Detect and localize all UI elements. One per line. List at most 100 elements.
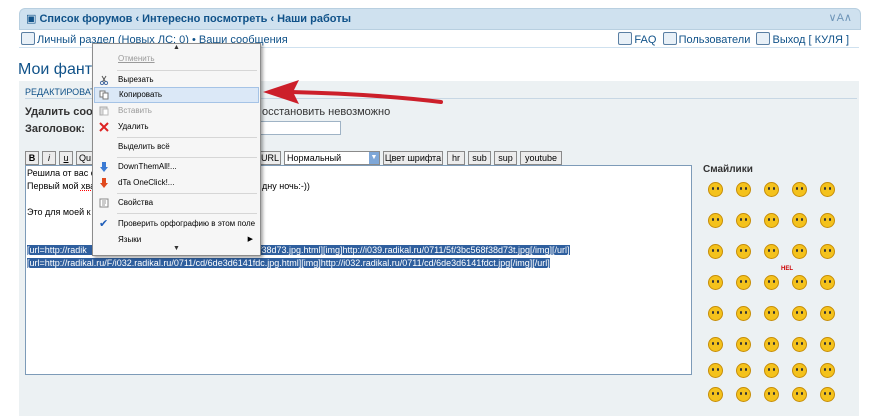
sub-button[interactable]: sub (468, 151, 491, 165)
menu-item-cut[interactable]: Вырезать (94, 72, 259, 88)
smiley-icon[interactable] (764, 213, 779, 228)
menu-item-copy[interactable]: Копировать (94, 87, 259, 103)
smiley-icon[interactable] (820, 275, 835, 290)
smiley-icon[interactable] (764, 306, 779, 321)
smiley-icon[interactable] (820, 387, 835, 402)
users-icon (662, 32, 677, 45)
menu-separator (117, 137, 257, 138)
smiley-icon[interactable] (764, 337, 779, 352)
font-size-value: Нормальный (287, 153, 342, 163)
subject-label: Заголовок: (25, 123, 85, 135)
menu-item-paste[interactable]: Вставить (94, 103, 259, 119)
smiley-icon[interactable] (708, 244, 723, 259)
menu-item-spellcheck[interactable]: ✔ Проверить орфографию в этом поле (94, 216, 259, 232)
faq-icon (618, 32, 633, 45)
bold-button[interactable]: B (25, 151, 39, 165)
download-arrow-red-icon (100, 178, 108, 188)
smiley-icon[interactable] (708, 337, 723, 352)
smiley-hel-label: HEL (781, 266, 793, 272)
logout-link[interactable]: Выход [ КУЛЯ ] (772, 34, 849, 46)
breadcrumb: ▣ Список форумов ‹ Интересно посмотреть ‹ На… (26, 13, 351, 25)
smiley-icon[interactable] (736, 363, 751, 378)
home-icon: ▣ (26, 13, 37, 25)
smiley-icon[interactable] (708, 275, 723, 290)
menu-separator (117, 157, 257, 158)
smiley-icon[interactable] (736, 244, 751, 259)
smiley-icon[interactable] (792, 387, 807, 402)
crumb-forums[interactable]: Список форумов (39, 13, 132, 25)
youtube-button[interactable]: youtube (520, 151, 562, 165)
smiley-icon[interactable] (792, 306, 807, 321)
hr-button[interactable]: hr (447, 151, 465, 165)
smiley-icon[interactable] (820, 244, 835, 259)
smiley-icon[interactable] (820, 213, 835, 228)
navbar: ▣ Список форумов ‹ Интересно посмотреть ‹ На… (19, 8, 861, 30)
smiley-icon[interactable] (708, 306, 723, 321)
font-color-button[interactable]: Цвет шрифта (383, 151, 443, 165)
smiley-icon[interactable] (792, 337, 807, 352)
italic-button[interactable]: i (42, 151, 56, 165)
smiley-icon[interactable] (708, 182, 723, 197)
smiley-icon[interactable] (764, 387, 779, 402)
smiley-icon[interactable] (820, 182, 835, 197)
underline-button[interactable]: u (59, 151, 73, 165)
smiley-icon[interactable] (792, 244, 807, 259)
smiley-icon[interactable] (820, 306, 835, 321)
smiley-icon[interactable] (764, 182, 779, 197)
scissors-icon (99, 75, 109, 85)
smiley-icon[interactable] (708, 213, 723, 228)
font-size-select[interactable]: Нормальный ▼ (284, 151, 380, 165)
smiley-icon[interactable] (708, 387, 723, 402)
smiley-icon[interactable] (736, 387, 751, 402)
menu-separator (117, 193, 257, 194)
smiley-icon[interactable] (820, 363, 835, 378)
menu-item-undo[interactable]: Отменить (94, 51, 259, 67)
menu-item-delete[interactable]: Удалить (94, 119, 259, 135)
menu-scroll-up-icon[interactable]: ▲ (173, 44, 180, 51)
personal-icon (21, 32, 35, 45)
selected-text-2: [url=http://radikal.ru/F/i032.radikal.ru… (27, 258, 550, 268)
properties-icon (99, 198, 109, 208)
smiley-icon[interactable] (820, 337, 835, 352)
smiley-icon[interactable] (792, 363, 807, 378)
menu-item-properties[interactable]: Свойства (94, 195, 259, 211)
faq-link[interactable]: FAQ (634, 34, 656, 46)
red-arrow-icon (263, 80, 443, 104)
text-line-1: Решила от вас о (27, 168, 96, 178)
menu-item-dta-oneclick[interactable]: dTa OneClick!... (94, 175, 259, 191)
text-line-3: Это для моей к (27, 207, 91, 217)
smileys-title: Смайлики (703, 164, 753, 175)
smiley-icon[interactable] (764, 275, 779, 290)
smiley-icon[interactable] (792, 213, 807, 228)
smiley-icon[interactable] (736, 213, 751, 228)
crumb-interesting[interactable]: Интересно посмотреть (142, 13, 267, 25)
smiley-icon[interactable] (764, 244, 779, 259)
crumb-our-works[interactable]: Наши работы (277, 13, 351, 25)
users-link[interactable]: Пользователи (679, 34, 751, 46)
menu-scroll-down-icon[interactable]: ▼ (173, 245, 180, 252)
smiley-icon[interactable] (736, 275, 751, 290)
smiley-icon[interactable] (792, 275, 807, 290)
chevron-down-icon: ▼ (369, 152, 379, 164)
context-menu: ▲ Отменить Вырезать Копировать Вставить … (92, 43, 261, 256)
collapse-toggle[interactable]: ∨A∧ (829, 11, 852, 24)
menu-item-downthemall[interactable]: DownThemAll!... (94, 159, 259, 175)
url-button[interactable]: URL (259, 151, 281, 165)
logout-icon (756, 32, 771, 45)
smiley-icon[interactable] (764, 363, 779, 378)
subject-input[interactable] (255, 121, 341, 135)
smiley-icon[interactable] (736, 337, 751, 352)
delete-x-icon (99, 122, 109, 132)
download-arrow-icon (100, 162, 108, 172)
smiley-icon[interactable] (792, 182, 807, 197)
menu-item-select-all[interactable]: Выделить всё (94, 139, 259, 155)
smiley-icon[interactable] (736, 306, 751, 321)
smiley-icon[interactable] (736, 182, 751, 197)
sup-button[interactable]: sup (494, 151, 517, 165)
menu-separator (117, 213, 257, 214)
selected-text-1-end: f38d73.jpg.html][img]http://i039.radikal… (259, 245, 570, 255)
copy-icon (99, 90, 109, 100)
menu-separator (117, 70, 257, 71)
paste-icon (99, 106, 109, 116)
smiley-icon[interactable] (708, 363, 723, 378)
